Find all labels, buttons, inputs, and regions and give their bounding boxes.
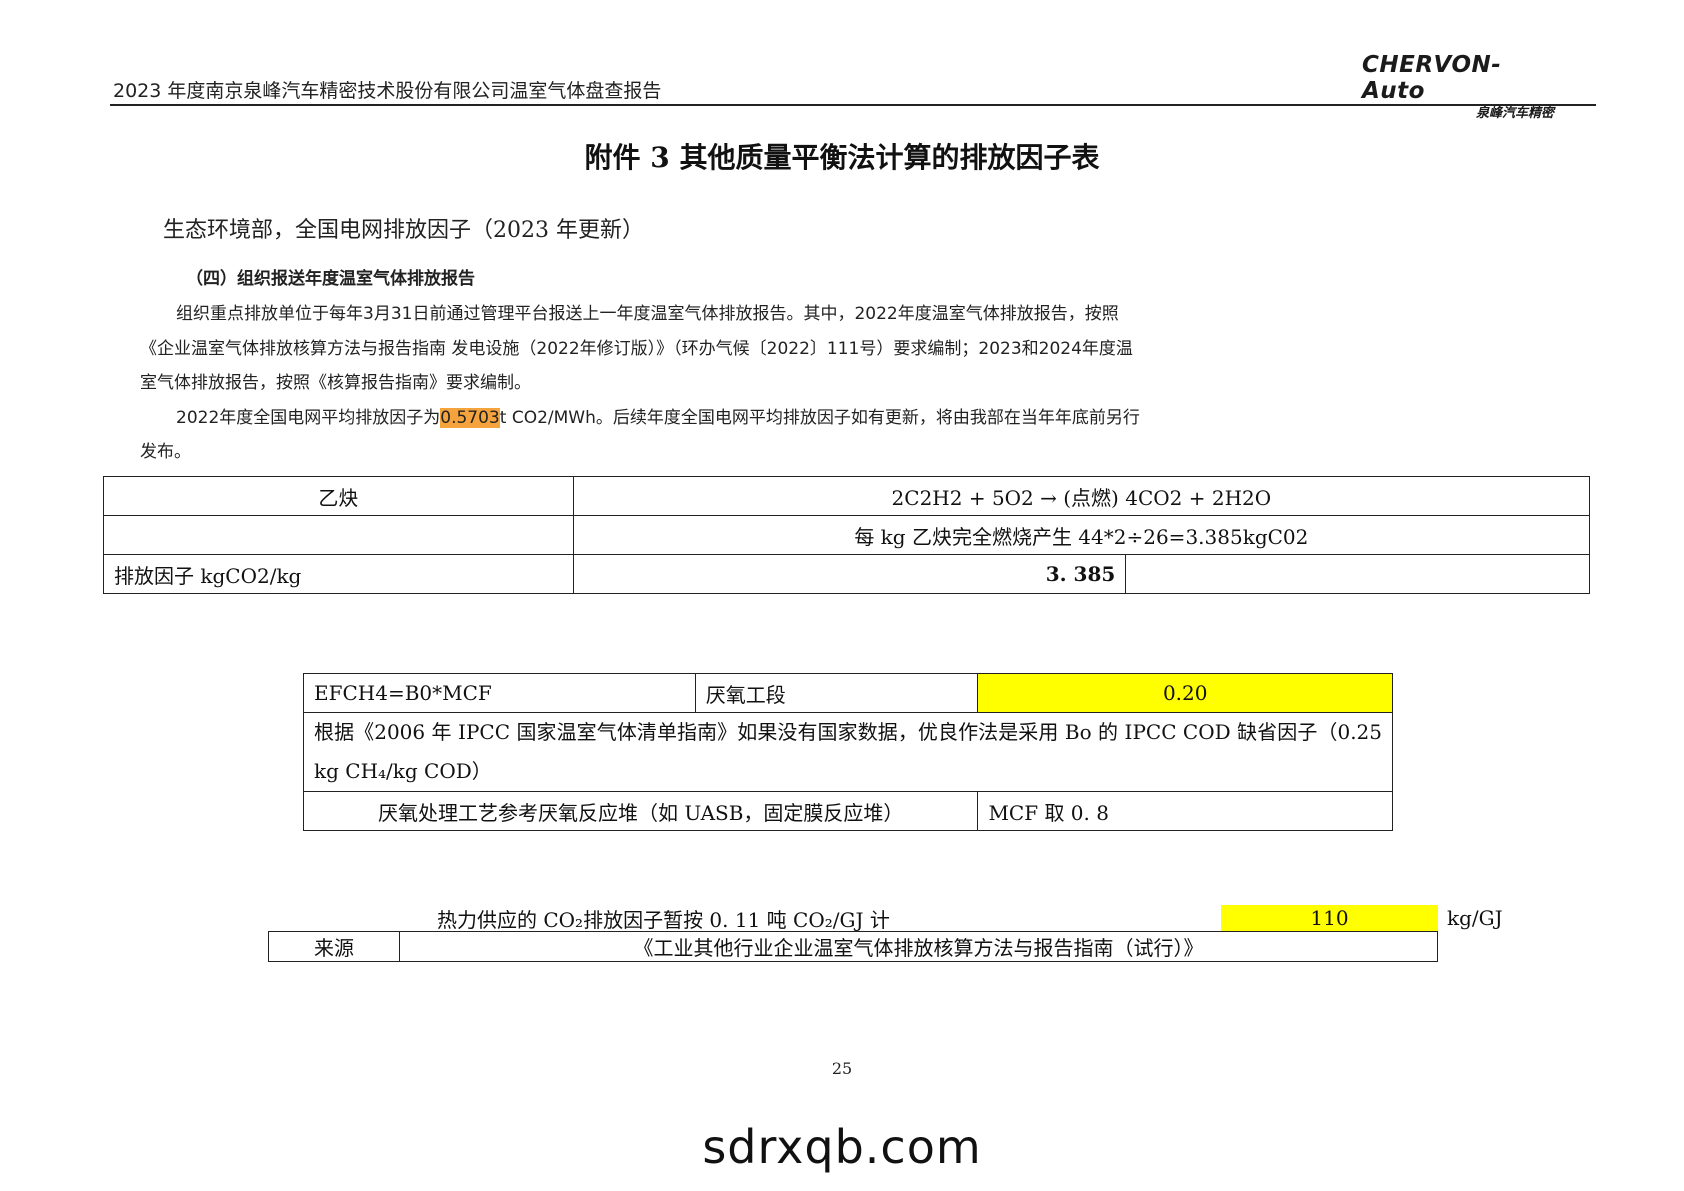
factor-label: 排放因子 kgCO2/kg [103, 554, 574, 594]
table-row: 来源 《工业其他行业企业温室气体排放核算方法与报告指南（试行）》 [268, 931, 1439, 962]
heat-caption: 热力供应的 CO₂排放因子暂按 0. 11 吨 CO₂/GJ 计 [437, 908, 890, 932]
ch4-process: 厌氧处理工艺参考厌氧反应堆（如 UASB，固定膜反应堆） [302, 791, 979, 831]
table-row: 排放因子 kgCO2/kg 3. 385 [103, 554, 1590, 594]
page-number: 25 [831, 1059, 853, 1078]
company-logo: CHERVON-Auto 泉峰汽车精密 [1362, 52, 1562, 121]
ch4-value: 0.20 [977, 673, 1393, 713]
logo-main-text: CHERVON-Auto [1362, 52, 1502, 104]
page-title: 附件 3 其他质量平衡法计算的排放因子表 [584, 141, 1100, 174]
ch4-basis: 根据《2006 年 IPCC 国家温室气体清单指南》如果没有国家数据，优良作法是… [303, 712, 1393, 792]
notice-paragraph-1: 组织重点排放单位于每年3月31日前通过管理平台报送上一年度温室气体排放报告。其中… [140, 304, 1133, 393]
heat-value: 110 [1221, 905, 1438, 931]
notice-paragraph-2: 2022年度全国电网平均排放因子为0.5703t CO2/MWh。后续年度全国电… [140, 401, 1140, 470]
grid-factor-highlight: 0.5703 [440, 407, 500, 428]
factor-value: 3. 385 [572, 554, 1127, 594]
empty-cell [1125, 554, 1590, 594]
empty-cell [103, 515, 574, 555]
source-text: 《工业其他行业企业温室气体排放核算方法与报告指南（试行）》 [398, 931, 1439, 962]
ch4-factor-table: EFCH4=B0*MCF 厌氧工段 0.20 根据《2006 年 IPCC 国家… [302, 673, 1393, 831]
ch4-formula: EFCH4=B0*MCF [303, 673, 696, 713]
notice-heading: （四）组织报送年度温室气体排放报告 [186, 269, 475, 289]
ch4-stage: 厌氧工段 [694, 673, 979, 713]
ch4-mcf: MCF 取 0. 8 [977, 791, 1393, 831]
combustion-equation: 2C2H2 + 5O2 → (点燃) 4CO2 + 2H2O [572, 476, 1591, 516]
table-row: EFCH4=B0*MCF 厌氧工段 0.20 [303, 673, 1393, 713]
source-line: 生态环境部，全国电网排放因子（2023 年更新） [163, 218, 644, 243]
header-divider [110, 104, 1596, 106]
acetylene-name: 乙炔 [103, 476, 574, 516]
table-row: 根据《2006 年 IPCC 国家温室气体清单指南》如果没有国家数据，优良作法是… [303, 712, 1393, 792]
document-header-title: 2023 年度南京泉峰汽车精密技术股份有限公司温室气体盘查报告 [113, 80, 662, 102]
heat-unit: kg/GJ [1447, 906, 1503, 930]
source-label: 来源 [268, 931, 400, 962]
table-row: 乙炔 2C2H2 + 5O2 → (点燃) 4CO2 + 2H2O [103, 476, 1591, 516]
heat-source-table: 来源 《工业其他行业企业温室气体排放核算方法与报告指南（试行）》 [268, 931, 1439, 962]
notice-para2-before: 2022年度全国电网平均排放因子为 [176, 407, 441, 428]
table-row: 每 kg 乙炔完全燃烧产生 44*2÷26=3.385kgC02 [103, 515, 1591, 555]
acetylene-factor-table: 乙炔 2C2H2 + 5O2 → (点燃) 4CO2 + 2H2O 每 kg 乙… [103, 476, 1591, 594]
table-row: 厌氧处理工艺参考厌氧反应堆（如 UASB，固定膜反应堆） MCF 取 0. 8 [302, 791, 1393, 831]
combustion-note: 每 kg 乙炔完全燃烧产生 44*2÷26=3.385kgC02 [572, 515, 1591, 555]
notice-excerpt: （四）组织报送年度温室气体排放报告 组织重点排放单位于每年3月31日前通过管理平… [140, 264, 1140, 470]
watermark-text: sdrxqb.com [702, 1120, 982, 1174]
